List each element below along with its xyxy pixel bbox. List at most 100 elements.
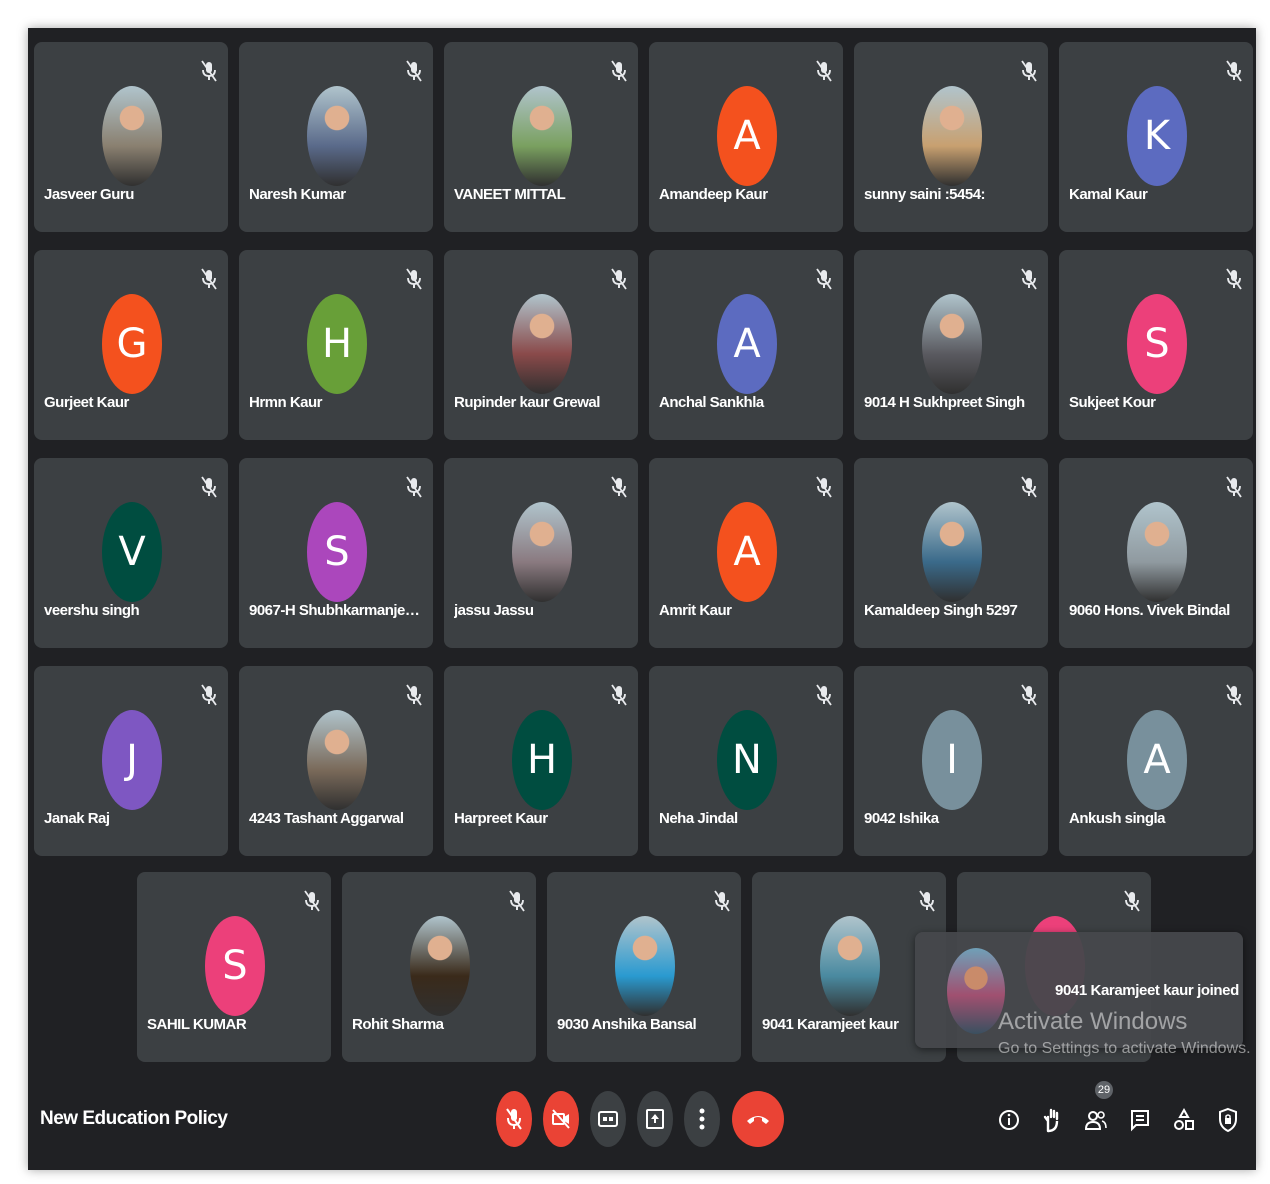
participant-tile-9030-anshika-bansal[interactable]: 9030 Anshika Bansal (547, 872, 741, 1062)
participant-tile-janak-raj[interactable]: J Janak Raj (34, 666, 228, 856)
more-options-button[interactable] (684, 1091, 720, 1147)
avatar-initial: S (324, 529, 350, 575)
participant-tile-4243-tashant-aggarwal[interactable]: 4243 Tashant Aggarwal (239, 666, 433, 856)
chat-button[interactable] (1126, 1102, 1154, 1138)
mic-muted-icon (405, 684, 423, 706)
mic-muted-icon (1225, 268, 1243, 290)
participant-tile-naresh-kumar[interactable]: Naresh Kumar (239, 42, 433, 232)
participant-name: Hrmn Kaur (249, 394, 323, 411)
participant-tile-amandeep-kaur[interactable]: A Amandeep Kaur (649, 42, 843, 232)
participant-photo (922, 86, 982, 186)
participant-tile-neha-jindal[interactable]: N Neha Jindal (649, 666, 843, 856)
participant-tile-amrit-kaur[interactable]: A Amrit Kaur (649, 458, 843, 648)
participant-avatar: G (102, 294, 162, 394)
mic-toggle-button[interactable] (496, 1091, 532, 1147)
participant-tile-kamaldeep-singh-5297[interactable]: Kamaldeep Singh 5297 (854, 458, 1048, 648)
participant-tile-sunny-saini-5454[interactable]: sunny saini :5454: (854, 42, 1048, 232)
participant-avatar: S (307, 502, 367, 602)
more-vertical-icon (699, 1108, 705, 1130)
mic-muted-icon (1020, 476, 1038, 498)
mic-muted-icon (1225, 476, 1243, 498)
avatar-initial: G (116, 321, 148, 367)
captions-button[interactable] (590, 1091, 626, 1147)
mic-muted-icon (610, 268, 628, 290)
participant-name: jassu Jassu (454, 602, 534, 619)
avatar-initial: A (733, 321, 761, 367)
participant-name: 9030 Anshika Bansal (557, 1016, 697, 1033)
participant-name: Amrit Kaur (659, 602, 732, 619)
participant-name: Neha Jindal (659, 810, 738, 827)
mic-muted-icon (815, 60, 833, 82)
watermark-title: Activate Windows (998, 1008, 1188, 1035)
mic-muted-icon (815, 268, 833, 290)
avatar-initial: A (733, 113, 761, 159)
participant-tile-gurjeet-kaur[interactable]: G Gurjeet Kaur (34, 250, 228, 440)
participant-tile-ankush-singla[interactable]: A Ankush singla (1059, 666, 1253, 856)
mic-muted-icon (1225, 684, 1243, 706)
mic-muted-icon (200, 476, 218, 498)
participant-tile-9060-hons-vivek-bindal[interactable]: 9060 Hons. Vivek Bindal (1059, 458, 1253, 648)
participant-tile-sukjeet-kour[interactable]: S Sukjeet Kour (1059, 250, 1253, 440)
meeting-title: New Education Policy (40, 1108, 228, 1129)
people-count-badge: 29 (1095, 1081, 1113, 1099)
hang-up-icon (747, 1116, 769, 1124)
participant-tile-sahil-kumar[interactable]: S SAHIL KUMAR (137, 872, 331, 1062)
avatar-initial: I (946, 737, 958, 783)
participant-tile-vaneet-mittal[interactable]: VANEET MITTAL (444, 42, 638, 232)
participant-photo (307, 710, 367, 810)
present-button[interactable] (637, 1091, 673, 1147)
participant-name: Janak Raj (44, 810, 110, 827)
participant-photo (410, 916, 470, 1016)
chat-icon (1131, 1110, 1149, 1132)
participant-tile-jasveer-guru[interactable]: Jasveer Guru (34, 42, 228, 232)
captions-icon (598, 1111, 618, 1127)
participant-name: Kamaldeep Singh 5297 (864, 602, 1018, 619)
participant-name: 4243 Tashant Aggarwal (249, 810, 404, 827)
participant-grid: Jasveer Guru Naresh Kumar VANEET MITTAL A Am… (34, 42, 1253, 856)
activities-button[interactable] (1170, 1102, 1198, 1138)
participant-name: SAHIL KUMAR (147, 1016, 247, 1033)
mic-muted-icon (610, 684, 628, 706)
participant-tile-anchal-sankhla[interactable]: A Anchal Sankhla (649, 250, 843, 440)
camera-toggle-button[interactable] (543, 1091, 579, 1147)
participant-tile-9042-ishika[interactable]: I 9042 Ishika (854, 666, 1048, 856)
participant-tile-9067-h-shubhkarmanjeet-si[interactable]: S 9067-H Shubhkarmanjeet Si... (239, 458, 433, 648)
mic-muted-icon (405, 60, 423, 82)
mic-muted-icon (1020, 684, 1038, 706)
avatar-initial: N (732, 737, 762, 783)
participant-tile-kamal-kaur[interactable]: K Kamal Kaur (1059, 42, 1253, 232)
raise-hand-button[interactable] (1038, 1102, 1066, 1138)
people-button[interactable] (1082, 1102, 1110, 1138)
avatar-initial: J (126, 737, 138, 783)
leave-call-button[interactable] (732, 1091, 784, 1147)
participant-name: Rohit Sharma (352, 1016, 444, 1033)
participant-photo (512, 294, 572, 394)
avatar-initial: H (321, 321, 353, 367)
mic-muted-icon (815, 684, 833, 706)
participant-tile-veershu-singh[interactable]: Vveershu singh (34, 458, 228, 648)
participant-name: Naresh Kumar (249, 186, 346, 203)
mic-muted-icon (610, 60, 628, 82)
host-controls-button[interactable] (1214, 1102, 1242, 1138)
participant-tile-9014-h-sukhpreet-singh[interactable]: 9014 H Sukhpreet Singh (854, 250, 1048, 440)
avatar-initial: S (1144, 321, 1170, 367)
participant-photo (102, 86, 162, 186)
people-icon (1084, 1111, 1107, 1130)
mic-muted-icon (1123, 890, 1141, 912)
participant-tile-harpreet-kaur[interactable]: H Harpreet Kaur (444, 666, 638, 856)
mic-muted-icon (405, 268, 423, 290)
participant-avatar: I (922, 710, 982, 810)
participant-tile-rohit-sharma[interactable]: Rohit Sharma (342, 872, 536, 1062)
participant-tile-jassu-jassu[interactable]: jassu Jassu (444, 458, 638, 648)
participant-name: 9041 Karamjeet kaur (762, 1016, 899, 1033)
participant-avatar: A (1127, 710, 1187, 810)
participant-tile-rupinder-kaur-grewal[interactable]: Rupinder kaur Grewal (444, 250, 638, 440)
mic-muted-icon (200, 60, 218, 82)
participant-name: Ankush singla (1069, 810, 1166, 827)
participant-tile-hrmn-kaur[interactable]: H Hrmn Kaur (239, 250, 433, 440)
participant-avatar: K (1127, 86, 1187, 186)
participant-avatar: H (512, 710, 572, 810)
avatar-initial: V (118, 529, 146, 575)
meeting-details-button[interactable] (995, 1102, 1023, 1138)
mic-muted-icon (1020, 60, 1038, 82)
